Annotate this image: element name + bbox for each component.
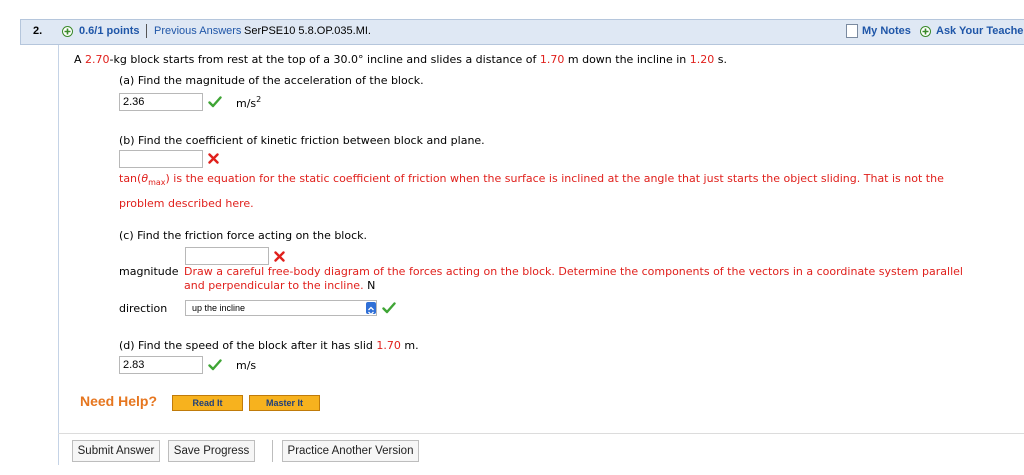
part-a-unit: m/s2 — [236, 95, 261, 110]
part-c-magnitude-input[interactable] — [185, 247, 269, 265]
distance-value: 1.70 — [376, 339, 401, 352]
cross-icon — [274, 251, 285, 262]
feedback-text: ) is the equation for the static coeffic… — [165, 172, 944, 185]
statement-text: -kg block starts from rest at the top of… — [109, 53, 540, 66]
plus-circle-icon[interactable] — [62, 26, 73, 37]
problem-code: SerPSE10 5.8.OP.035.MI. — [244, 25, 371, 37]
part-b-feedback: tan(θmax) is the equation for the static… — [119, 168, 944, 214]
mass-value: 2.70 — [85, 53, 110, 66]
button-divider — [272, 440, 273, 462]
check-icon — [382, 302, 396, 314]
part-b-prompt: (b) Find the coefficient of kinetic fric… — [119, 134, 485, 147]
part-a-answer-input[interactable]: 2.36 — [119, 93, 203, 111]
footer-divider — [58, 433, 1024, 434]
direction-label: direction — [119, 302, 168, 315]
points-link[interactable]: 0.6/1 points — [79, 25, 140, 37]
statement-text: s. — [714, 53, 728, 66]
problem-statement: A 2.70-kg block starts from rest at the … — [74, 53, 727, 66]
part-a-prompt: (a) Find the magnitude of the accelerati… — [119, 74, 424, 87]
direction-selected-value: up the incline — [192, 303, 246, 313]
time-value: 1.20 — [689, 53, 715, 66]
prompt-text: (d) Find the speed of the block after it… — [119, 339, 377, 352]
feedback-text: problem described here. — [119, 197, 254, 211]
cross-icon — [208, 153, 219, 164]
part-d-prompt: (d) Find the speed of the block after it… — [119, 339, 419, 352]
submit-answer-button[interactable]: Submit Answer — [72, 440, 160, 462]
part-c-prompt: (c) Find the friction force acting on th… — [119, 229, 368, 242]
ask-your-teacher-link[interactable]: Ask Your Teacher — [936, 25, 1024, 37]
question-number: 2. — [33, 25, 43, 37]
header-divider — [146, 24, 147, 38]
prompt-text: m. — [400, 339, 419, 352]
plus-circle-icon[interactable] — [920, 26, 931, 37]
theta-subscript: max — [148, 178, 166, 188]
part-d-unit: m/s — [236, 359, 257, 372]
distance-value: 1.70 — [539, 53, 565, 66]
need-help-label: Need Help? — [80, 393, 158, 409]
my-notes-link[interactable]: My Notes — [862, 25, 911, 37]
feedback-text: and perpendicular to the incline. — [184, 279, 364, 292]
check-icon — [208, 359, 222, 371]
magnitude-label: magnitude — [119, 265, 179, 278]
note-icon[interactable] — [846, 24, 858, 38]
content-left-border — [58, 45, 59, 465]
read-it-button[interactable]: Read It — [172, 395, 243, 411]
magnitude-unit: N — [367, 279, 376, 292]
select-arrows-icon[interactable] — [366, 302, 376, 316]
statement-text: m down the incline in — [564, 53, 690, 66]
statement-text: A — [74, 53, 86, 66]
part-d-answer-input[interactable]: 2.83 — [119, 356, 203, 374]
direction-select[interactable]: up the incline — [185, 300, 377, 316]
unit-exponent: 2 — [256, 95, 262, 104]
practice-another-version-button[interactable]: Practice Another Version — [282, 440, 419, 462]
check-icon — [208, 96, 222, 108]
feedback-text: Draw a careful free-body diagram of the … — [184, 265, 963, 278]
previous-answers-link[interactable]: Previous Answers — [154, 25, 241, 37]
part-b-answer-input[interactable] — [119, 150, 203, 168]
feedback-text: tan( — [119, 172, 142, 185]
save-progress-button[interactable]: Save Progress — [168, 440, 255, 462]
part-c-feedback: Draw a careful free-body diagram of the … — [184, 265, 963, 293]
unit-base: m/s — [236, 97, 257, 110]
master-it-button[interactable]: Master It — [249, 395, 320, 411]
